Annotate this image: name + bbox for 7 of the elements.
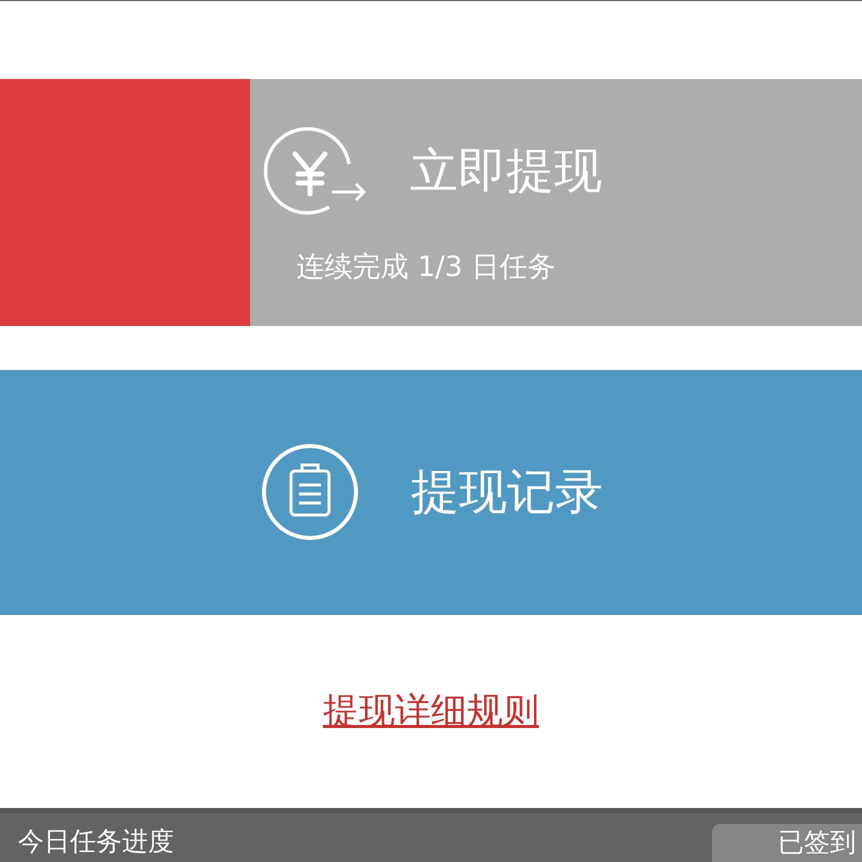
signin-button[interactable]: 已签到 xyxy=(712,824,862,862)
clipboard-icon xyxy=(259,442,361,540)
rules-link[interactable]: 提现详细规则 xyxy=(323,684,539,738)
withdraw-label: 立即提现 xyxy=(410,146,602,194)
withdraw-subtitle: 连续完成 1/3 日任务 xyxy=(296,248,556,284)
task-bar-title: 今日任务进度 xyxy=(18,829,174,855)
records-button[interactable]: 提现记录 xyxy=(0,370,862,615)
